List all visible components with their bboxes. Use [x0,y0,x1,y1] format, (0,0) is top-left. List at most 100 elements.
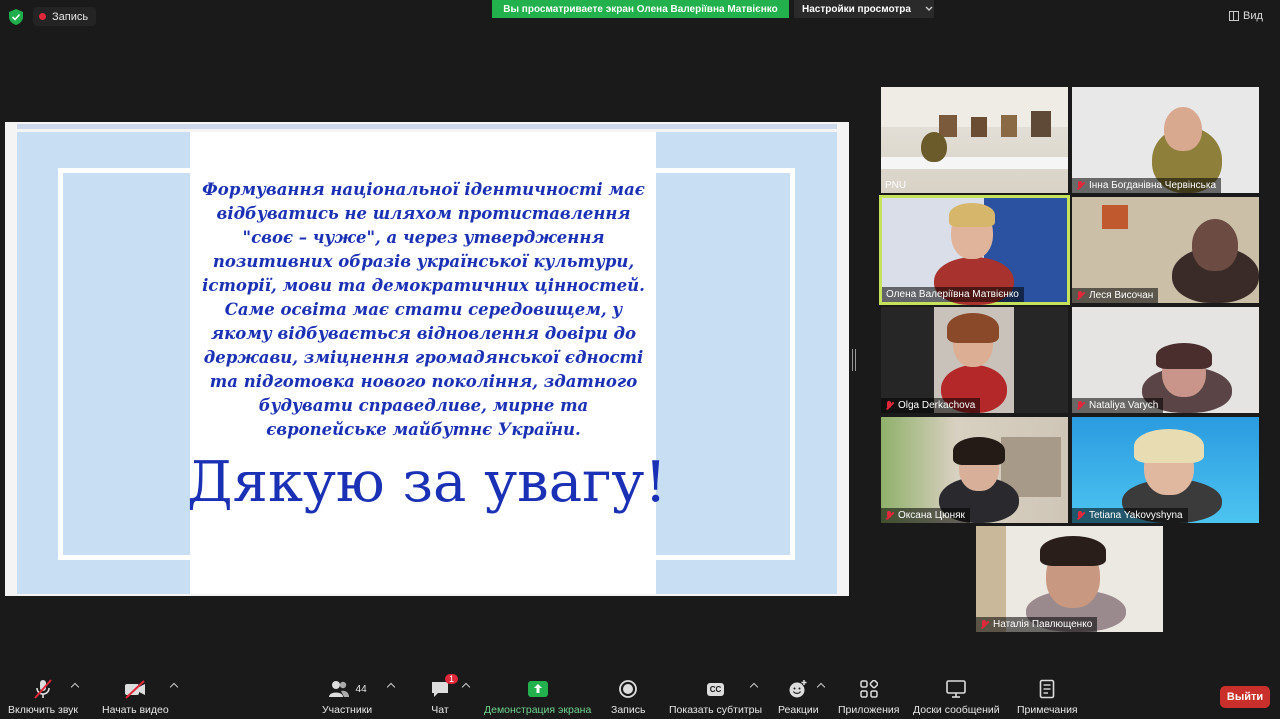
mic-muted-icon [1076,290,1085,301]
participants-label: Участники [322,704,373,716]
mic-muted-icon [1076,400,1085,411]
participant-tile[interactable]: Оксана Цюняк [881,417,1068,523]
apps-button[interactable]: Приложения [838,678,899,716]
recording-dot-icon [39,13,46,20]
wall-painting [971,117,987,137]
wall-painting [939,115,957,137]
microphone-muted-icon [34,679,52,699]
show-captions-button[interactable]: CC Показать субтитры [669,678,762,716]
participant-name: Nataliya Varych [1089,400,1159,411]
notes-icon [1040,679,1055,699]
unmute-button[interactable]: Включить звук [8,678,78,716]
participant-name: Оксана Цюняк [898,510,965,521]
table [881,157,1068,169]
chat-label: Чат [431,704,449,716]
participant-tile[interactable]: Інна Богданівна Червінська [1072,87,1259,193]
mic-muted-icon [885,400,894,411]
chat-button[interactable]: 1 Чат [430,674,458,716]
record-label: Запись [611,704,646,716]
recording-indicator[interactable]: Запись [33,7,97,26]
video-camera-off-icon [125,680,146,699]
participant-name: Леся Височан [1089,290,1154,301]
chevron-down-icon [925,6,933,11]
participant-figure [921,132,947,162]
participant-hair [949,203,995,227]
grid-view-icon [1229,11,1239,21]
leave-meeting-button[interactable]: Выйти [1220,686,1270,708]
view-options-dropdown[interactable]: Настройки просмотра [794,0,934,18]
participant-tile[interactable]: Nataliya Varych [1072,307,1259,413]
participant-face [1192,219,1238,271]
slide-quote-text: Формування національної ідентичності має… [202,180,645,439]
participant-name-tag: Інна Богданівна Червінська [1072,178,1222,193]
participant-tile-active-speaker[interactable]: Олена Валеріївна Матвієнко [879,195,1070,305]
meeting-top-bar: Запись Вы просматриваете экран Олена Вал… [0,0,1280,34]
panel-resize-handle[interactable] [852,349,856,371]
reactions-smiley-icon [789,680,807,698]
mic-muted-icon [885,510,894,521]
participant-name-tag: Nataliya Varych [1072,398,1164,413]
participant-tile[interactable]: Леся Височан [1072,197,1259,303]
start-video-label: Начать видео [102,704,169,716]
whiteboards-button[interactable]: Доски сообщений [913,678,1000,716]
participant-hair [1156,343,1212,369]
participant-name: Tetiana Yakovyshyna [1089,510,1183,521]
share-screen-icon [527,681,548,697]
whiteboards-label: Доски сообщений [913,704,1000,716]
participants-button[interactable]: 44 Участники [322,678,372,716]
reactions-label: Реакции [778,704,819,716]
participant-tile[interactable]: PNU [881,87,1068,193]
participants-options-caret[interactable] [386,682,396,692]
mic-muted-icon [980,619,989,630]
shared-screen[interactable]: Формування національної ідентичності має… [5,122,849,596]
participant-name-tag: Оксана Цюняк [881,508,970,523]
apps-label: Приложения [838,704,900,716]
mic-muted-icon [1076,180,1085,191]
notes-label: Примечания [1017,704,1078,716]
participant-name: Інна Богданівна Червінська [1089,180,1217,191]
whiteboard-icon [946,680,967,698]
record-button[interactable]: Запись [611,678,645,716]
view-button[interactable]: Вид [1229,7,1263,25]
participant-name-tag: Tetiana Yakovyshyna [1072,508,1188,523]
wall-painting [1001,115,1017,137]
unmute-label: Включить звук [8,704,79,716]
apps-icon [859,680,878,698]
participant-hair [1040,536,1106,566]
slide-top-border [17,124,837,129]
participant-tile[interactable]: Наталія Павлющенко [976,526,1163,632]
participant-hair [1134,429,1204,463]
start-video-button[interactable]: Начать видео [102,678,169,716]
meeting-toolbar: Включить звук Начать видео 44 Участники [0,670,1280,719]
closed-captions-icon: CC [706,682,725,696]
notes-button[interactable]: Примечания [1017,678,1078,716]
recording-label: Запись [52,10,89,23]
participant-tile[interactable]: Tetiana Yakovyshyna [1072,417,1259,523]
reactions-button[interactable]: Реакции [778,678,819,716]
participant-hair [947,313,999,343]
chat-unread-badge: 1 [444,674,458,684]
video-options-caret[interactable] [169,682,179,692]
participant-name: Olga Derkachova [898,400,976,411]
show-captions-label: Показать субтитры [669,704,763,716]
security-shield-icon[interactable] [9,9,23,25]
participants-count: 44 [355,683,367,695]
view-options-label: Настройки просмотра [802,3,911,15]
participant-name-tag: PNU [881,178,911,193]
participant-name: Олена Валеріївна Матвієнко [886,289,1019,300]
participants-icon [328,681,349,697]
participant-tile[interactable]: Olga Derkachova [881,307,1068,413]
participant-hair [953,437,1005,465]
view-label: Вид [1243,10,1263,22]
slide-thanks-heading: Дякую за увагу! [187,450,667,515]
participant-name-tag: Леся Височан [1072,288,1159,303]
participant-face [1164,107,1202,151]
wall-painting [1102,205,1128,229]
screen-share-banner: Вы просматриваете экран Олена Валеріївна… [492,0,789,18]
wall-painting [1031,111,1051,137]
participant-name-tag: Наталія Павлющенко [976,617,1098,632]
mic-muted-icon [1076,510,1085,521]
share-screen-button[interactable]: Демонстрация экрана [484,678,591,716]
chat-options-caret[interactable] [461,682,471,692]
participant-name-tag: Олена Валеріївна Матвієнко [882,287,1024,302]
